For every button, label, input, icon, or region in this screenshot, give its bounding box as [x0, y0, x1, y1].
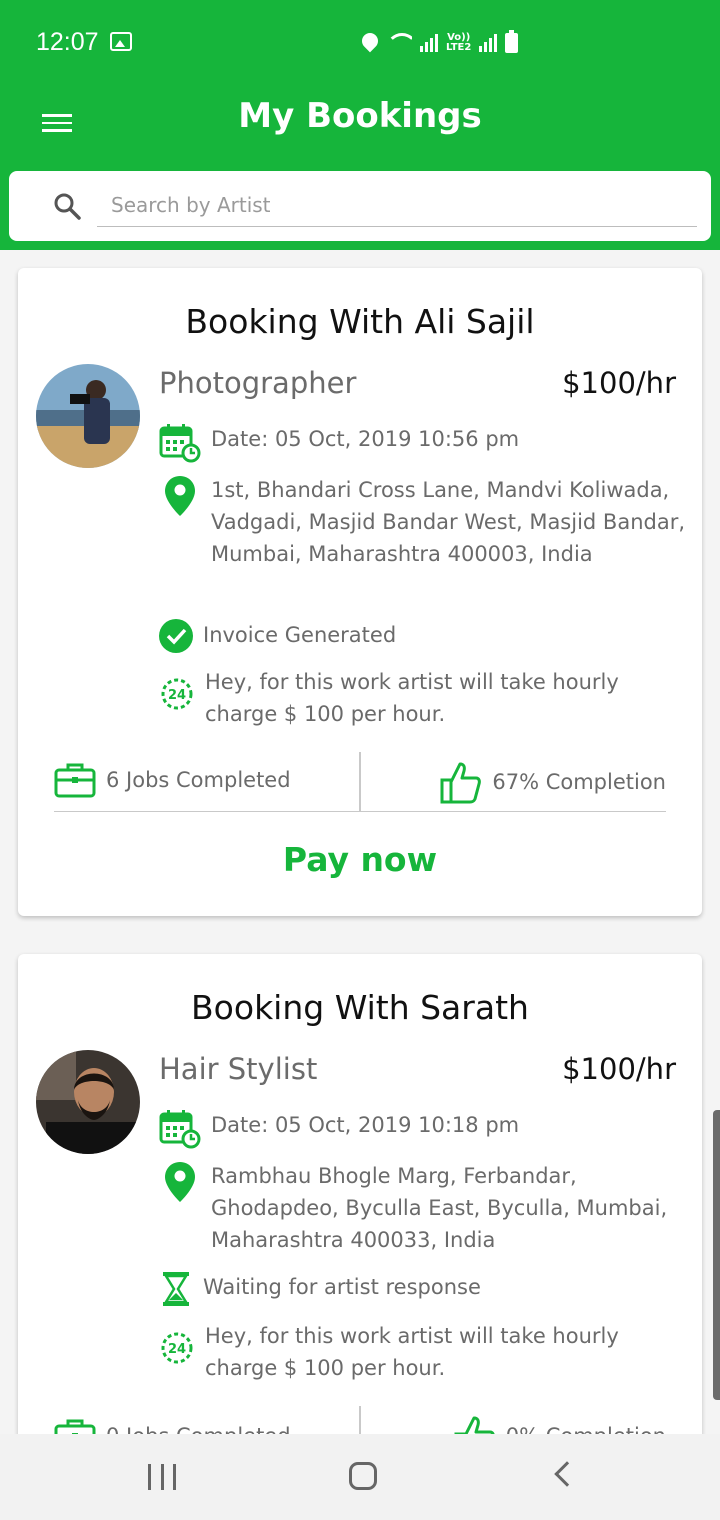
- thumbs-up-icon: [440, 762, 482, 804]
- system-nav-bar: [0, 1434, 720, 1520]
- wifi-icon: [386, 33, 412, 53]
- battery-icon: [505, 30, 519, 53]
- completion-label: 67% Completion: [492, 770, 666, 794]
- status-row: Waiting for artist response: [159, 1271, 481, 1307]
- location-icon: [358, 29, 382, 53]
- date-row: Date: 05 Oct, 2019 10:56 pm: [159, 423, 519, 463]
- search-icon: [54, 193, 81, 220]
- location-pin-icon: [165, 1162, 195, 1202]
- svg-text:24: 24: [168, 688, 186, 703]
- booking-title: Booking With Sarath: [191, 988, 529, 1027]
- booking-title: Booking With Ali Sajil: [185, 302, 535, 341]
- booking-address: 1st, Bhandari Cross Lane, Mandvi Koliwad…: [211, 478, 686, 566]
- artist-role: Photographer: [159, 366, 357, 400]
- status-bar: 12:07 Vo)) LTE2: [0, 0, 720, 84]
- booking-note: Hey, for this work artist will take hour…: [205, 1324, 619, 1380]
- artist-role: Hair Stylist: [159, 1052, 318, 1086]
- booking-date: Date: 05 Oct, 2019 10:56 pm: [211, 427, 520, 451]
- status-row: Invoice Generated: [159, 619, 396, 653]
- search-input[interactable]: [97, 183, 697, 227]
- hours-24-icon: 24: [161, 678, 193, 710]
- address-row: 1st, Bhandari Cross Lane, Mandvi Koliwad…: [159, 474, 689, 570]
- booking-status: Waiting for artist response: [203, 1275, 481, 1299]
- booking-note: Hey, for this work artist will take hour…: [205, 670, 619, 726]
- recent-apps-icon[interactable]: [148, 1464, 176, 1490]
- app-bar: My Bookings: [0, 84, 720, 250]
- avatar: [36, 1050, 140, 1154]
- briefcase-icon: [54, 763, 96, 798]
- status-icons: Vo)) LTE2: [358, 28, 519, 58]
- search-bar: [9, 171, 711, 241]
- stats-row: 6 Jobs Completed 67% Completion: [54, 752, 666, 812]
- signal-2-icon: [479, 34, 498, 52]
- date-row: Date: 05 Oct, 2019 10:18 pm: [159, 1109, 519, 1149]
- completion-rate: 67% Completion: [440, 760, 666, 804]
- location-pin-icon: [165, 476, 195, 516]
- scrollbar[interactable]: [713, 1110, 720, 1400]
- hourly-rate: $100/hr: [562, 1052, 676, 1086]
- pay-now-button[interactable]: Pay now: [18, 840, 702, 879]
- home-icon[interactable]: [349, 1462, 377, 1490]
- calendar-clock-icon: [159, 1110, 201, 1149]
- signal-icon: [420, 34, 438, 52]
- booking-card[interactable]: Booking With Sarath Hair Stylist $100/hr…: [18, 954, 702, 1514]
- calendar-clock-icon: [159, 424, 201, 463]
- page-title: My Bookings: [238, 96, 482, 136]
- image-notification-icon: [110, 32, 132, 51]
- svg-text:24: 24: [168, 1342, 186, 1357]
- avatar: [36, 364, 140, 468]
- hourly-rate: $100/hr: [562, 366, 676, 400]
- hourglass-icon: [163, 1272, 189, 1306]
- volte-indicator: Vo)) LTE2: [446, 32, 472, 53]
- check-circle-icon: [159, 619, 193, 653]
- status-time: 12:07: [36, 28, 99, 56]
- back-icon[interactable]: [554, 1461, 580, 1487]
- note-row: 24 Hey, for this work artist will take h…: [159, 666, 659, 730]
- note-row: 24 Hey, for this work artist will take h…: [159, 1320, 659, 1384]
- booking-card[interactable]: Booking With Ali Sajil Photographer $100…: [18, 268, 702, 916]
- stats-divider: [359, 752, 361, 812]
- booking-address: Rambhau Bhogle Marg, Ferbandar, Ghodapde…: [211, 1164, 668, 1252]
- jobs-completed: 6 Jobs Completed: [54, 762, 291, 798]
- hours-24-icon: 24: [161, 1332, 193, 1364]
- booking-status: Invoice Generated: [203, 623, 397, 647]
- booking-date: Date: 05 Oct, 2019 10:18 pm: [211, 1113, 520, 1137]
- address-row: Rambhau Bhogle Marg, Ferbandar, Ghodapde…: [159, 1160, 689, 1256]
- jobs-completed-label: 6 Jobs Completed: [106, 768, 291, 792]
